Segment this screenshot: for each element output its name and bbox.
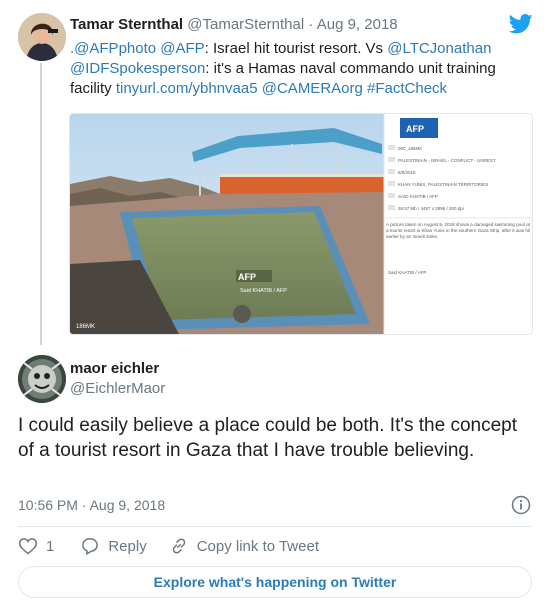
url-hashtag-link[interactable]: tinyurl.com/ybhnvaa5 @CAMERAorg #FactChe… [116,80,447,97]
parent-avatar-image [18,13,66,61]
panel-row: 38.57 Mb / 4497 x 2998 / 300 dpi [398,206,464,211]
reply-avatar[interactable] [18,355,66,403]
photo-credit: Said KHATIB / AFP [240,288,287,294]
link-icon [172,538,185,554]
explore-twitter-button[interactable]: Explore what's happening on Twitter [18,566,532,598]
panel-row: 000_186MK [398,146,422,151]
tweet-media-image[interactable]: AFP Said KHATIB / AFP 186MK AFP 000_186M… [69,113,533,335]
header-separator: · [304,16,317,33]
photo-size-label: 186MK [76,324,95,330]
reply-button[interactable]: Reply [80,536,147,556]
like-button[interactable]: 1 [18,536,54,556]
reply-bubble-icon [82,538,99,555]
panel-caption: A picture taken on August 9, 2018 shows … [386,222,531,239]
reply-label: Reply [108,537,147,555]
panel-row: SAID KHATIB / AFP [398,194,438,199]
tweet-actions: 1 Reply Copy link to Tweet [18,535,319,557]
reply-avatar-image [18,355,66,403]
reply-timestamp[interactable]: 10:56 PM · Aug 9, 2018 [18,497,165,513]
parent-tweet-header: Tamar Sternthal @TamarSternthal · Aug 9,… [70,16,398,33]
panel-row: PALESTINIAN - ISRAEL - CONFLICT - UNREST [398,158,496,163]
afp-panel-logo: AFP [406,124,424,134]
mention-afp-link[interactable]: .@AFPphoto @AFP [70,40,205,57]
panel-row: KHAN YUNIS, PALESTINIAN TERRITORIES [398,182,488,187]
tweet-embed-card: Tamar Sternthal @TamarSternthal · Aug 9,… [0,0,550,615]
copy-link-label: Copy link to Tweet [196,537,319,555]
afp-photo-screenshot: AFP Said KHATIB / AFP 186MK AFP 000_186M… [70,114,532,334]
parent-tweet-text: .@AFPphoto @AFP: Israel hit tourist reso… [70,39,510,99]
parent-author-name[interactable]: Tamar Sternthal [70,16,183,33]
parent-author-handle[interactable]: @TamarSternthal [187,16,304,33]
copy-link-button[interactable]: Copy link to Tweet [169,536,319,556]
panel-row: 8/9/2018 [398,170,416,175]
reply-tweet-text: I could easily believe a place could be … [18,415,518,461]
like-count: 1 [46,537,55,555]
panel-caption-credit: Said KHATIB / AFP [388,270,426,275]
twitter-bird-icon[interactable] [509,14,533,34]
divider [18,526,532,527]
info-icon[interactable] [511,495,531,515]
parent-tweet-date[interactable]: Aug 9, 2018 [317,16,398,33]
tweet-text-segment: : Israel hit tourist resort. Vs [204,40,388,57]
photo-watermark: AFP [238,272,256,282]
parent-avatar[interactable] [18,13,66,61]
reply-author-name[interactable]: maor eichler [70,360,159,377]
reply-author-handle[interactable]: @EichlerMaor [70,380,165,397]
thread-connector-line [40,63,42,345]
heart-icon [18,538,38,555]
